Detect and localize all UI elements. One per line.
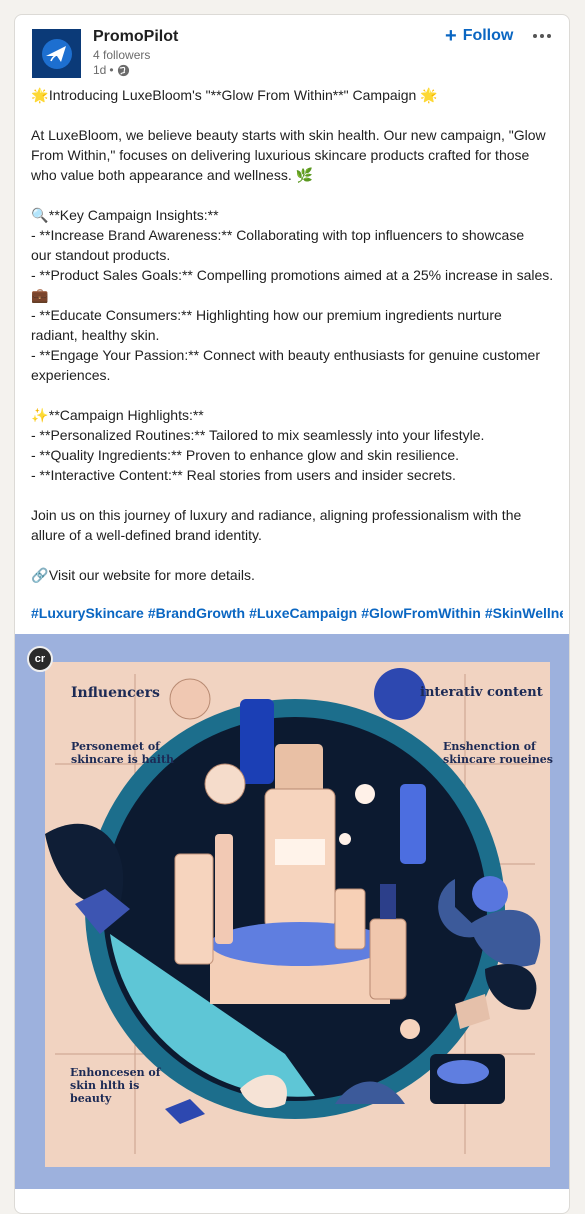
- post-text-line: radiant, healthy skin.: [31, 325, 559, 345]
- post-card: PromoPilot 4 followers 1d • + Follow 🌟 I…: [14, 14, 570, 1214]
- post-text-line: ✨ **Campaign Highlights:**: [31, 405, 559, 425]
- more-options-button[interactable]: [528, 25, 556, 47]
- plus-icon: +: [445, 25, 457, 47]
- post-body-text: 🌟 Introducing LuxeBloom's "**Glow From W…: [31, 85, 559, 585]
- post-text-line: experiences.: [31, 365, 559, 385]
- post-text-line: - **Increase Brand Awareness:** Collabor…: [31, 225, 559, 245]
- post-text-content: **Key Campaign Insights:**: [45, 207, 219, 223]
- emoji-icon: ✨: [31, 407, 49, 423]
- post-text-content: - **Increase Brand Awareness:** Collabor…: [31, 227, 525, 243]
- post-text-content: our standout products.: [31, 247, 171, 263]
- post-text-content: who value both appearance and wellness.: [31, 167, 296, 183]
- post-text-content: - **Interactive Content:** Real stories …: [31, 467, 456, 483]
- post-header: PromoPilot 4 followers 1d • + Follow: [15, 15, 569, 91]
- post-text-line: Join us on this journey of luxury and ra…: [31, 505, 559, 525]
- hashtag-link[interactable]: #GlowFromWithin: [361, 605, 481, 621]
- image-label-bottom: Enhoncesen of skin hlth is beauty: [70, 1066, 161, 1105]
- post-text-line: 🌟 Introducing LuxeBloom's "**Glow From W…: [31, 85, 559, 105]
- post-text-content: Introducing LuxeBloom's "**Glow From Wit…: [45, 87, 421, 103]
- globe-icon: [117, 64, 129, 76]
- post-text-content: **Campaign Highlights:**: [45, 407, 204, 423]
- follower-count: 4 followers: [93, 48, 151, 62]
- post-text-line: At LuxeBloom, we believe beauty starts w…: [31, 125, 559, 145]
- follow-label: Follow: [462, 27, 514, 44]
- company-logo-avatar[interactable]: [32, 29, 81, 78]
- post-text-line: - **Personalized Routines:** Tailored to…: [31, 425, 559, 445]
- author-name[interactable]: PromoPilot: [93, 28, 178, 46]
- image-label-personal: Personemet of skincare is haith: [71, 740, 175, 766]
- post-text-line: - **Educate Consumers:** Highlighting ho…: [31, 305, 559, 325]
- post-text-line: From Within," focuses on delivering luxu…: [31, 145, 559, 165]
- emoji-icon: 🌿: [295, 167, 314, 183]
- post-text-content: Join us on this journey of luxury and ra…: [31, 507, 522, 523]
- post-text-line: - **Quality Ingredients:** Proven to enh…: [31, 445, 559, 465]
- post-text-line: who value both appearance and wellness. …: [31, 165, 559, 185]
- post-text-line: 🔍 **Key Campaign Insights:**: [31, 205, 559, 225]
- follow-button[interactable]: + Follow: [445, 25, 513, 47]
- content-credentials-badge[interactable]: cr: [27, 646, 53, 672]
- post-text-line: 💼: [31, 285, 559, 305]
- post-text-line: - **Interactive Content:** Real stories …: [31, 465, 559, 485]
- image-label-interactive: interativ content: [420, 685, 543, 700]
- post-text-content: From Within," focuses on delivering luxu…: [31, 147, 530, 163]
- post-text-content: - **Product Sales Goals:** Compelling pr…: [31, 267, 554, 283]
- post-text-content: - **Quality Ingredients:** Proven to enh…: [31, 447, 460, 463]
- plane-logo-icon: [41, 38, 72, 69]
- post-text-content: - **Engage Your Passion:** Connect with …: [31, 347, 540, 363]
- post-text-content: - **Personalized Routines:** Tailored to…: [31, 427, 485, 443]
- image-label-enhancement: Enshenction of skincare roueines: [443, 740, 553, 766]
- post-text-content: - **Educate Consumers:** Highlighting ho…: [31, 307, 502, 323]
- post-text-content: At LuxeBloom, we believe beauty starts w…: [31, 127, 546, 143]
- post-text-line: 🔗 Visit our website for more details.: [31, 565, 559, 585]
- post-text-content: Visit our website for more details.: [45, 567, 255, 583]
- hashtag-link[interactable]: #LuxeCampaign: [249, 605, 357, 621]
- hashtag-list: #LuxurySkincare #BrandGrowth #LuxeCampaign…: [31, 605, 563, 621]
- post-text-content: experiences.: [31, 367, 111, 383]
- image-label-influencers: Influencers: [71, 685, 160, 701]
- meta-separator: •: [109, 63, 114, 77]
- campaign-illustration: [15, 634, 569, 1189]
- post-text-content: allure of a well-defined brand identity.: [31, 527, 262, 543]
- post-text-content: radiant, healthy skin.: [31, 327, 160, 343]
- hashtag-link[interactable]: #LuxurySkincare: [31, 605, 144, 621]
- emoji-icon: 🔍: [31, 207, 49, 223]
- more-horizontal-icon: [533, 34, 537, 38]
- post-text-line: our standout products.: [31, 245, 559, 265]
- post-text-line: - **Product Sales Goals:** Compelling pr…: [31, 265, 559, 285]
- emoji-icon: 🌟: [420, 87, 438, 103]
- post-text-line: allure of a well-defined brand identity.: [31, 525, 559, 545]
- post-meta: 1d •: [93, 63, 130, 77]
- more-dot: [540, 34, 544, 38]
- hashtag-link[interactable]: #BrandGrowth: [148, 605, 245, 621]
- post-time: 1d: [93, 63, 107, 77]
- post-image[interactable]: cr Influencers interativ content Persone…: [15, 634, 569, 1189]
- post-text-line: - **Engage Your Passion:** Connect with …: [31, 345, 559, 365]
- emoji-icon: 🔗: [31, 567, 49, 583]
- hashtag-link[interactable]: #SkinWellne: [485, 605, 563, 621]
- emoji-icon: 💼: [31, 287, 49, 303]
- emoji-icon: 🌟: [31, 87, 49, 103]
- more-dot: [547, 34, 551, 38]
